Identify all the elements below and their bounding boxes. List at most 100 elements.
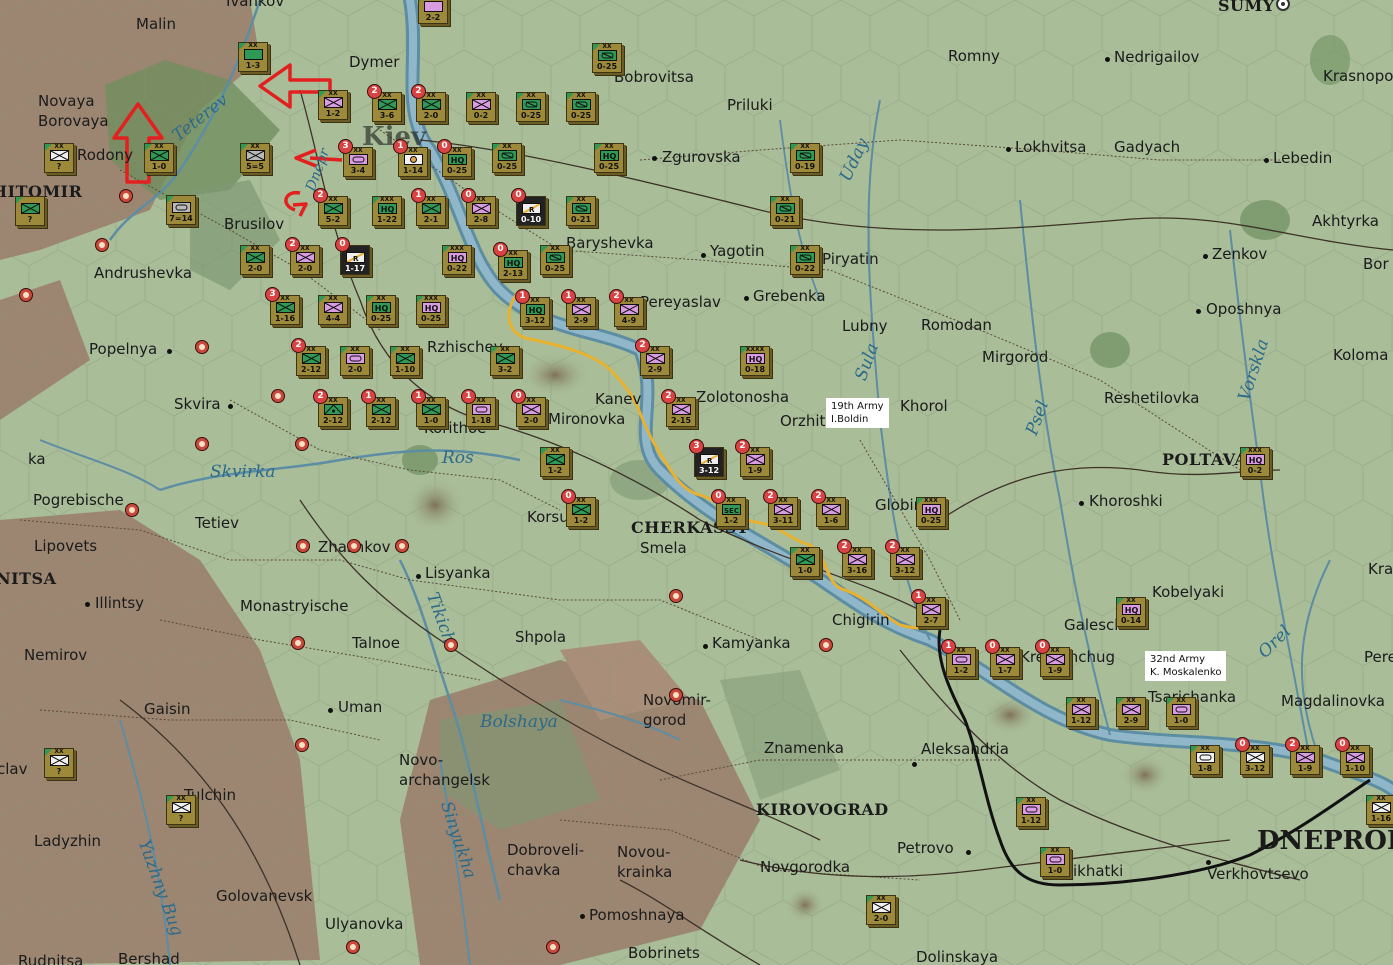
unit-counter[interactable]: XX 1-12 — [1016, 797, 1046, 827]
unit-counter[interactable]: XXX HQ 0-22 — [442, 245, 472, 275]
unit-counter[interactable]: XX 1-10 0 — [1335, 737, 1370, 775]
unit-counter[interactable]: XX 3-2 — [490, 346, 520, 376]
unit-counter[interactable]: XX 2-7 1 — [911, 589, 946, 627]
unit-counter[interactable]: XX 1-18 1 — [461, 389, 496, 427]
unit-counter[interactable]: XX 0-25 — [540, 245, 570, 275]
unit-counter[interactable]: XX 0-19 — [790, 143, 820, 173]
unit-counter[interactable]: XX 1-16 — [1366, 795, 1393, 825]
unit-counter[interactable]: XX 0-21 — [770, 196, 800, 226]
unit-counter[interactable]: XX 0-25 — [566, 92, 596, 122]
unit-counter[interactable]: XX HQ 3-12 1 — [515, 289, 550, 327]
unit-counter[interactable]: XX 2-12 2 — [313, 389, 348, 427]
unit-counter[interactable]: XXX HQ 0-2 — [1240, 447, 1270, 477]
unit-counter[interactable]: XX 1-9 0 — [1035, 639, 1070, 677]
inf-symbol-icon — [422, 203, 441, 214]
unit-counter[interactable]: XX 0-22 — [790, 245, 820, 275]
unit-counter[interactable]: XX 1-2 — [540, 447, 570, 477]
unit-counter[interactable]: XX 1-14 1 — [393, 139, 428, 177]
unit-counter[interactable]: R 1-17 0 — [335, 237, 370, 275]
unit-counter[interactable]: ? — [15, 196, 45, 226]
unit-counter[interactable]: XX 1-0 — [790, 547, 820, 577]
unit-counter[interactable]: XX SEC 1-2 0 — [711, 489, 746, 527]
unit-counter[interactable]: XX 1-0 1 — [411, 389, 446, 427]
unit-counter[interactable]: XX HQ 0-25 — [594, 143, 624, 173]
unit-counter[interactable]: XXXX HQ 0-18 — [740, 346, 770, 376]
town-label: Zenkov — [1212, 245, 1268, 263]
unit-counter[interactable]: XX 2-0 — [866, 895, 896, 925]
unit-counter[interactable]: XX 1-9 2 — [1285, 737, 1320, 775]
unit-counter[interactable]: XX 0-25 — [592, 43, 622, 73]
unit-counter[interactable]: XXX HQ 1-22 — [372, 196, 402, 226]
unit-counter[interactable]: XX 1-6 2 — [811, 489, 846, 527]
unit-counter[interactable]: XX 2-9 — [1116, 697, 1146, 727]
unit-counter[interactable]: XX 2-0 2 — [285, 237, 320, 275]
unit-counter[interactable]: XX 2-0 0 — [511, 389, 546, 427]
game-map[interactable]: Teterev Dnepr Uday Sula Psel Vorskla Ros… — [0, 0, 1393, 965]
unit-counter[interactable]: XX 2-0 2 — [411, 84, 446, 122]
unit-counter[interactable]: XX HQ 0-25 — [366, 295, 396, 325]
unit-step-badge: 1 — [515, 289, 530, 304]
unit-counter[interactable]: XXX HQ 0-25 — [416, 295, 446, 325]
unit-counter[interactable]: XX 1-3 — [238, 42, 268, 72]
unit-counter[interactable]: XX 2-15 2 — [661, 389, 696, 427]
unit-counter[interactable]: XX 2-12 2 — [291, 338, 326, 376]
unit-counter[interactable]: XX 2-0 — [340, 346, 370, 376]
inf-symbol-icon — [246, 150, 265, 161]
unit-counter[interactable]: XX 2-12 1 — [361, 389, 396, 427]
unit-counter[interactable]: XX HQ 2-13 0 — [493, 242, 528, 280]
unit-counter[interactable]: XX 1-9 2 — [735, 439, 770, 477]
unit-counter[interactable]: XX 4-9 2 — [609, 289, 644, 327]
unit-counter[interactable]: XX HQ 0-14 — [1116, 597, 1146, 627]
unit-counter[interactable]: XX 3-12 2 — [885, 539, 920, 577]
unit-counter[interactable]: XX 2-8 0 — [461, 188, 496, 226]
unit-counter[interactable]: XX 2-1 1 — [411, 188, 446, 226]
unit-strength: 2-12 — [322, 416, 344, 425]
unit-strength: 0-21 — [570, 215, 592, 224]
unit-counter[interactable]: XX 2-0 — [240, 245, 270, 275]
unit-counter[interactable]: XX 5-2 2 — [313, 188, 348, 226]
unit-counter[interactable]: XX? — [44, 748, 74, 778]
unit-counter[interactable]: XX 3-4 3 — [338, 139, 373, 177]
unit-counter[interactable]: 7=14 — [166, 195, 196, 225]
unit-counter[interactable]: XX 3-11 2 — [763, 489, 798, 527]
unit-strength: 1-9 — [1047, 666, 1063, 675]
unit-step-badge: 1 — [911, 589, 926, 604]
unit-counter[interactable]: XX 2-9 2 — [635, 338, 670, 376]
unit-counter[interactable]: XX 1-0 — [1040, 847, 1070, 877]
unit-counter[interactable]: XX HQ 0-25 0 — [437, 139, 472, 177]
unit-counter[interactable]: XX 1-0 — [1166, 697, 1196, 727]
unit-counter[interactable]: XX 1-8 — [1190, 745, 1220, 775]
unit-counter[interactable]: XX 5=5 — [240, 143, 270, 173]
unit-step-badge: 0 — [985, 639, 1000, 654]
unit-counter[interactable]: XX 1-16 3 — [265, 287, 300, 325]
unit-counter[interactable]: R 0-10 0 — [511, 188, 546, 226]
unit-counter[interactable]: XX 3-16 2 — [837, 539, 872, 577]
unit-strength: 1-9 — [1297, 764, 1313, 773]
unit-counter[interactable]: XX 1-10 — [390, 346, 420, 376]
unit-counter[interactable]: XX 0-2 — [466, 92, 496, 122]
unit-counter[interactable]: XXX HQ 0-25 — [916, 497, 946, 527]
unit-counter[interactable]: XX? — [166, 795, 196, 825]
recon-symbol-icon — [522, 99, 541, 110]
unit-counter[interactable]: XX 1-2 0 — [561, 489, 596, 527]
unit-counter[interactable]: XX 1-2 — [318, 90, 348, 120]
unit-counter[interactable]: XX2-2 — [418, 0, 448, 24]
unit-counter[interactable]: XX 0-25 — [492, 143, 522, 173]
unit-counter[interactable]: R 3-12 3 — [689, 439, 724, 477]
unit-counter[interactable]: XX 0-21 — [566, 196, 596, 226]
town-label: Kobelyaki — [1152, 583, 1225, 601]
unit-strength: 0-25 — [570, 111, 592, 120]
unit-strength: 1-12 — [1070, 716, 1092, 725]
unit-counter[interactable]: XX 1-0 — [144, 143, 174, 173]
unit-counter[interactable]: XX 0-25 — [516, 92, 546, 122]
unit-counter[interactable]: XX 3-6 2 — [367, 84, 402, 122]
unit-counter[interactable]: XX 4-4 — [318, 295, 348, 325]
unit-counter[interactable]: XX 2-9 1 — [561, 289, 596, 327]
inf-symbol-icon — [620, 304, 639, 315]
unit-counter[interactable]: XX 1-2 1 — [941, 639, 976, 677]
unit-counter[interactable]: XX 1-12 — [1066, 697, 1096, 727]
unit-counter[interactable]: XX 1-7 0 — [985, 639, 1020, 677]
unit-step-badge: 2 — [885, 539, 900, 554]
unit-counter[interactable]: XX? — [44, 143, 74, 173]
unit-counter[interactable]: XX 3-12 0 — [1235, 737, 1270, 775]
